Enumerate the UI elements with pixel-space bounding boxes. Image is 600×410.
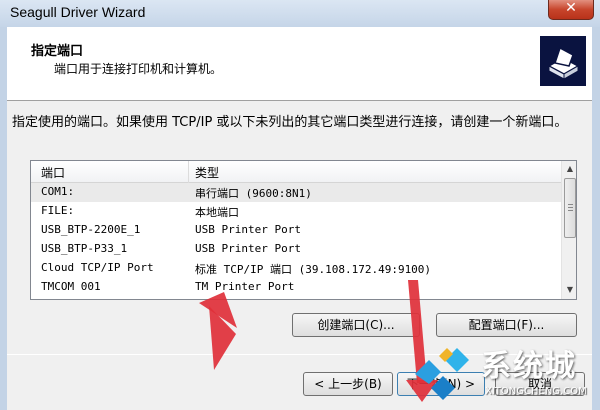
list-item[interactable]: USB_BTP-P33_1 USB Printer Port [31,240,561,259]
instruction-text: 指定使用的端口。如果使用 TCP/IP 或以下未列出的其它端口类型进行连接，请创… [12,115,568,130]
column-header-type[interactable]: 类型 [195,164,219,181]
site-watermark: 系统城 XITONGCHENG.COM [411,340,600,410]
grip-line [568,204,573,205]
port-name: Cloud TCP/IP Port [41,261,154,274]
port-name: USB_BTP-2200E_1 [41,223,141,236]
port-name: COM1: [41,185,75,198]
port-type: TM Printer Port [195,280,295,293]
list-item[interactable]: USB_BTP-2200E_1 USB Printer Port [31,221,561,240]
port-name: FILE: [41,204,75,217]
list-item[interactable]: COM1: 串行端口 (9600:8N1) [31,183,561,202]
port-type: 串行端口 (9600:8N1) [195,187,312,200]
create-port-button[interactable]: 创建端口(C)... [292,313,420,337]
window-title: Seagull Driver Wizard [10,4,146,20]
grip-line [568,210,573,211]
title-bar: Seagull Driver Wizard ✕ [0,0,600,27]
page-title: 指定端口 [31,44,84,59]
port-name: USB_BTP-P33_1 [41,242,128,255]
list-header: 端口 类型 [31,161,561,183]
scroll-thumb[interactable] [564,178,576,238]
list-item[interactable]: FILE: 本地端口 [31,202,561,221]
port-type: USB Printer Port [195,242,301,255]
list-item[interactable]: Cloud TCP/IP Port 标准 TCP/IP 端口 (39.108.1… [31,259,561,278]
watermark-logo-icon [415,348,469,400]
close-icon: ✕ [565,0,577,16]
window-frame-left [0,27,7,410]
port-type: USB Printer Port [195,223,301,236]
port-rows: COM1: 串行端口 (9600:8N1) FILE: 本地端口 USB_BTP… [31,183,561,297]
column-separator[interactable] [188,161,189,183]
port-list[interactable]: 端口 类型 COM1: 串行端口 (9600:8N1) FILE: 本地端口 U… [30,160,577,300]
configure-port-button[interactable]: 配置端口(F)... [436,313,577,337]
close-button[interactable]: ✕ [548,0,594,20]
port-type: 标准 TCP/IP 端口 (39.108.172.49:9100) [195,263,432,276]
column-header-port[interactable]: 端口 [41,164,65,181]
printer-icon [540,36,586,86]
watermark-text: 系统城 [481,349,577,384]
scroll-up-icon[interactable]: ▲ [564,162,576,176]
port-name: TMCOM 001 [41,280,101,293]
page-subtitle: 端口用于连接打印机和计算机。 [54,62,223,76]
list-item[interactable]: TMCOM 001 TM Printer Port [31,278,561,297]
scroll-down-icon[interactable]: ▼ [564,283,576,297]
back-button[interactable]: < 上一步(B) [303,372,393,396]
grip-line [568,207,573,208]
list-scrollbar[interactable]: ▲ ▼ [561,161,576,299]
watermark-url: XITONGCHENG.COM [485,386,587,397]
wizard-header: 指定端口 端口用于连接打印机和计算机。 [7,27,592,101]
port-type: 本地端口 [195,206,239,219]
